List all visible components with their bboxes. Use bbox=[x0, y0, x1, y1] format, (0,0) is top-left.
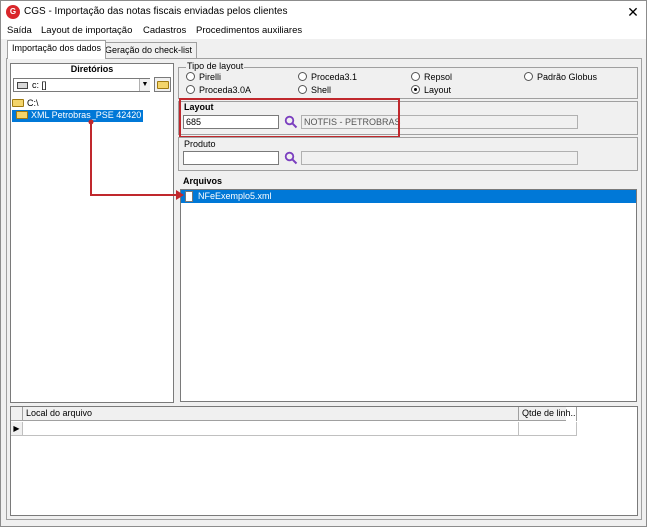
grid-header: Local do arquivo Qtde de linh... bbox=[11, 407, 577, 421]
menu-saida[interactable]: Saída bbox=[7, 25, 32, 36]
chevron-down-icon[interactable]: ▼ bbox=[139, 79, 150, 91]
open-folder-button[interactable] bbox=[154, 77, 171, 92]
layout-type-title: Tipo de layout bbox=[186, 61, 245, 71]
arquivos-label: Arquivos bbox=[183, 176, 223, 186]
drive-icon bbox=[17, 82, 28, 89]
folder-open-icon bbox=[12, 99, 24, 107]
cell-qtde-linhas[interactable] bbox=[519, 422, 577, 436]
drive-select[interactable]: c: [] bbox=[13, 78, 150, 92]
close-button[interactable]: ✕ bbox=[622, 3, 644, 21]
main-window: G CGS - Importação das notas fiscais env… bbox=[0, 0, 647, 527]
tree-item-label: C:\ bbox=[27, 98, 39, 108]
row-indicator-icon: ▶ bbox=[11, 422, 23, 436]
column-qtde-linhas[interactable]: Qtde de linh... bbox=[519, 407, 577, 421]
window-title: CGS - Importação das notas fiscais envia… bbox=[24, 6, 288, 17]
search-icon[interactable] bbox=[284, 151, 298, 165]
file-icon bbox=[185, 191, 193, 202]
tab-geracao-check-list[interactable]: Geração do check-list bbox=[100, 42, 198, 58]
directories-header: Diretórios bbox=[70, 64, 114, 74]
radio-layout[interactable]: Layout bbox=[411, 85, 451, 95]
tab-importacao-dados[interactable]: Importação dos dados bbox=[7, 40, 107, 59]
radio-pirelli[interactable]: Pirelli bbox=[186, 72, 221, 82]
table-row[interactable]: ▶ bbox=[11, 422, 577, 436]
tree-item-c-root[interactable]: C:\ bbox=[12, 98, 72, 110]
menu-layout-importacao[interactable]: Layout de importação bbox=[41, 25, 132, 36]
files-list[interactable] bbox=[180, 189, 637, 402]
radio-proceda31[interactable]: Proceda3.1 bbox=[298, 72, 357, 82]
radio-shell[interactable]: Shell bbox=[298, 85, 331, 95]
annotation-arrow bbox=[88, 119, 184, 200]
title-bar: G CGS - Importação das notas fiscais env… bbox=[1, 1, 646, 23]
grid-corner bbox=[11, 407, 23, 421]
file-name: NFeExemplo5.xml bbox=[198, 191, 272, 201]
menu-procedimentos-auxiliares[interactable]: Procedimentos auxiliares bbox=[196, 25, 302, 36]
cell-local-arquivo[interactable] bbox=[23, 422, 519, 436]
highlight-annotation-box bbox=[179, 98, 400, 138]
menu-bar: Saída Layout de importação Cadastros Pro… bbox=[1, 23, 646, 39]
produto-description-field bbox=[301, 151, 578, 165]
menu-cadastros[interactable]: Cadastros bbox=[143, 25, 186, 36]
radio-repsol[interactable]: Repsol bbox=[411, 72, 452, 82]
produto-code-input[interactable] bbox=[183, 151, 279, 165]
produto-label: Produto bbox=[184, 139, 216, 149]
radio-padrao-globus[interactable]: Padrão Globus bbox=[524, 72, 597, 82]
drive-select-value: c: [] bbox=[32, 80, 47, 90]
folder-open-icon bbox=[157, 81, 169, 89]
folder-open-icon bbox=[16, 111, 28, 119]
app-logo-icon: G bbox=[6, 5, 20, 19]
radio-proceda30a[interactable]: Proceda3.0A bbox=[186, 85, 251, 95]
column-local-arquivo[interactable]: Local do arquivo bbox=[23, 407, 519, 421]
